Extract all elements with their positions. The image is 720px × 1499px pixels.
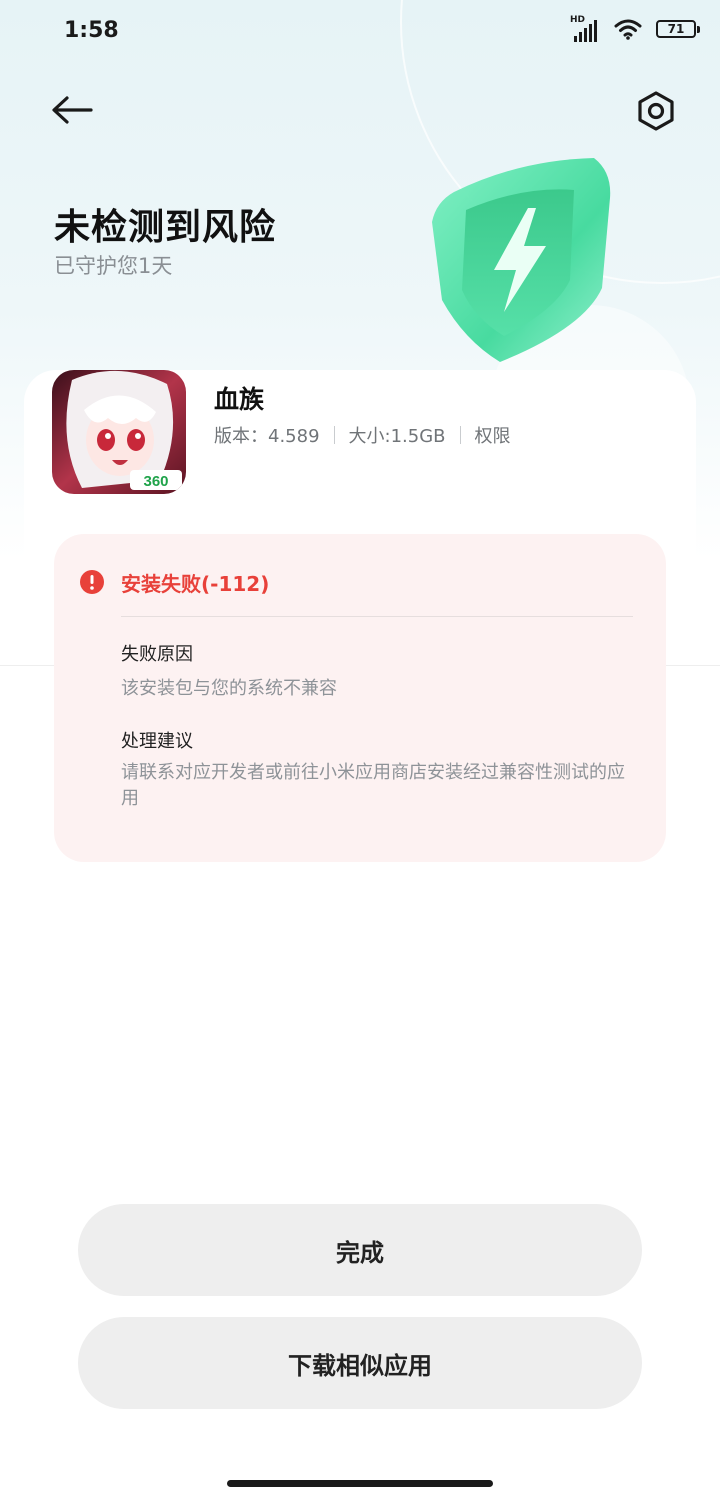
- error-divider: [121, 616, 633, 617]
- meta-separator: [459, 426, 461, 444]
- status-bar: 1:58 HD 71: [0, 0, 720, 64]
- settings-button[interactable]: [628, 86, 684, 136]
- battery-icon: 71: [656, 20, 700, 38]
- status-icons: HD 71: [570, 16, 700, 42]
- download-similar-apps-button[interactable]: 下载相似应用: [78, 1317, 642, 1409]
- hexagon-settings-icon: [638, 91, 674, 131]
- home-indicator[interactable]: [227, 1480, 493, 1487]
- page-subtitle: 已守护您1天: [54, 254, 173, 278]
- app-size: 大小:1.5GB: [348, 426, 446, 447]
- battery-level: 71: [667, 22, 685, 36]
- meta-separator: [333, 426, 335, 444]
- app-icon-artwork: 360: [52, 370, 186, 494]
- shield-lightning-icon: [432, 158, 611, 362]
- back-button[interactable]: [44, 86, 100, 134]
- cellular-signal-icon: HD: [570, 16, 600, 42]
- app-permissions-link[interactable]: 权限: [475, 422, 511, 448]
- wifi-icon: [614, 19, 642, 40]
- app-icon-badge: 360: [143, 473, 168, 490]
- error-title: 安装失败(-112): [121, 572, 270, 596]
- failure-reason-text: 该安装包与您的系统不兼容: [121, 678, 337, 699]
- suggestion-text: 请联系对应开发者或前往小米应用商店安装经过兼容性测试的应用: [121, 762, 625, 809]
- error-alert-icon: [80, 570, 104, 594]
- app-name: 血族: [214, 385, 265, 414]
- app-meta: 版本：4.589 大小:1.5GB 权限: [214, 422, 511, 448]
- page-title: 未检测到风险: [54, 207, 277, 248]
- suggestion-label: 处理建议: [121, 731, 193, 752]
- arrow-left-icon: [52, 96, 93, 124]
- status-time: 1:58: [64, 18, 119, 43]
- failure-reason-label: 失败原因: [121, 644, 193, 665]
- app-version: 版本：4.589: [214, 426, 320, 447]
- app-icon: 360: [52, 370, 186, 494]
- done-button[interactable]: 完成: [78, 1204, 642, 1296]
